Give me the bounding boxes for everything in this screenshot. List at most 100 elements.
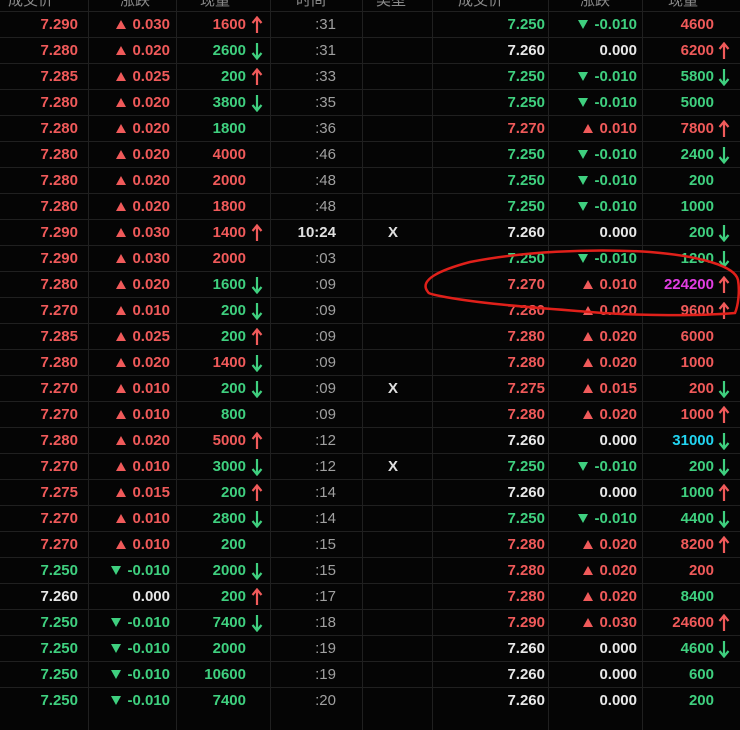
- tick-time: :09: [315, 328, 336, 345]
- table-row: 7.280 0.020 2000:48 7.250 -0.010 200: [0, 167, 740, 193]
- change-value: -0.010: [594, 16, 637, 33]
- triangle-down-icon: [578, 19, 589, 29]
- tick-time: :19: [315, 666, 336, 683]
- table-row: 7.290 0.030 2000:03 7.250 -0.010 1200: [0, 245, 740, 271]
- arrow-down-icon: [251, 95, 263, 112]
- left-price: 7.280: [40, 172, 78, 189]
- change-value: 0.020: [132, 198, 170, 215]
- change-value: 0.000: [599, 640, 637, 657]
- arrow-down-icon: [718, 225, 730, 242]
- triangle-up-icon: [583, 383, 594, 393]
- left-volume: 1400: [212, 354, 246, 371]
- right-volume: 200: [688, 380, 714, 397]
- change-value: 0.010: [599, 276, 637, 293]
- right-price: 7.260: [507, 484, 545, 501]
- change-value: 0.020: [599, 588, 637, 605]
- tick-table: 成交价 涨跌 现量 时间 类型 成交价 涨跌 现量 7.290 0.030 1600…: [0, 0, 740, 730]
- triangle-down-icon: [578, 201, 589, 211]
- left-change: 0.030: [116, 12, 170, 37]
- arrow-up-icon: [718, 614, 730, 631]
- triangle-down-icon: [111, 643, 122, 653]
- right-change: 0.030: [583, 610, 637, 635]
- left-price: 7.270: [40, 406, 78, 423]
- tick-time: :46: [315, 146, 336, 163]
- arrow-down-icon: [251, 511, 263, 528]
- arrow-down-icon: [251, 303, 263, 320]
- table-row: 7.285 0.025 200:09 7.280 0.020 6000: [0, 323, 740, 349]
- right-change: -0.010: [578, 506, 637, 531]
- left-volume: 200: [220, 484, 246, 501]
- right-price: 7.260: [507, 224, 545, 241]
- right-volume: 6000: [680, 328, 714, 345]
- table-row: 7.280 0.020 1600:09 7.270 0.010 224200: [0, 271, 740, 297]
- triangle-down-icon: [578, 97, 589, 107]
- left-price: 7.270: [40, 510, 78, 527]
- right-volume: 1000: [680, 198, 714, 215]
- change-value: -0.010: [127, 614, 170, 631]
- left-change: 0.030: [116, 220, 170, 245]
- tick-time: 10:24: [297, 224, 336, 241]
- change-value: 0.020: [132, 276, 170, 293]
- header-type: 类型: [376, 0, 407, 9]
- left-price: 7.270: [40, 536, 78, 553]
- tick-time: :19: [315, 640, 336, 657]
- right-volume: 7800: [680, 120, 714, 137]
- right-volume: 2400: [680, 146, 714, 163]
- tick-time: :17: [315, 588, 336, 605]
- left-change: 0.020: [116, 168, 170, 193]
- arrow-up-icon: [251, 328, 263, 345]
- change-value: -0.010: [594, 250, 637, 267]
- change-value: 0.010: [132, 458, 170, 475]
- column-divider: [362, 0, 363, 730]
- right-volume: 5000: [680, 94, 714, 111]
- right-change: 0.000: [599, 636, 637, 661]
- change-value: 0.025: [132, 328, 170, 345]
- right-price: 7.250: [507, 198, 545, 215]
- tick-time: :48: [315, 198, 336, 215]
- trade-type: X: [388, 458, 399, 475]
- right-change: 0.020: [583, 558, 637, 583]
- change-value: 0.010: [599, 120, 637, 137]
- triangle-up-icon: [116, 279, 127, 289]
- arrow-down-icon: [251, 563, 263, 580]
- left-price: 7.250: [40, 614, 78, 631]
- left-volume: 200: [220, 328, 246, 345]
- left-price: 7.270: [40, 380, 78, 397]
- left-price: 7.280: [40, 42, 78, 59]
- right-volume: 200: [688, 172, 714, 189]
- right-volume: 1200: [680, 250, 714, 267]
- table-row: 7.290 0.030 1600:31 7.250 -0.010 4600: [0, 11, 740, 37]
- left-volume: 10600: [204, 666, 246, 683]
- change-value: 0.025: [132, 68, 170, 85]
- arrow-up-icon: [718, 536, 730, 553]
- right-price: 7.280: [507, 302, 545, 319]
- change-value: -0.010: [127, 692, 170, 709]
- left-change: -0.010: [111, 662, 170, 687]
- triangle-up-icon: [116, 71, 127, 81]
- left-change: 0.025: [116, 64, 170, 89]
- left-change: 0.020: [116, 142, 170, 167]
- left-price: 7.290: [40, 224, 78, 241]
- right-change: 0.020: [583, 584, 637, 609]
- table-row: 7.270 0.010 2800:14 7.250 -0.010 4400: [0, 505, 740, 531]
- right-price: 7.280: [507, 562, 545, 579]
- table-row: 7.280 0.020 1400:09 7.280 0.020 1000: [0, 349, 740, 375]
- right-price: 7.250: [507, 16, 545, 33]
- right-volume: 1000: [680, 354, 714, 371]
- change-value: 0.030: [599, 614, 637, 631]
- left-volume: 1800: [212, 120, 246, 137]
- right-volume: 1000: [680, 484, 714, 501]
- left-volume: 2000: [212, 562, 246, 579]
- arrow-up-icon: [718, 120, 730, 137]
- table-row: 7.270 0.010 200:15 7.280 0.020 8200: [0, 531, 740, 557]
- left-price: 7.260: [40, 588, 78, 605]
- right-price: 7.260: [507, 692, 545, 709]
- change-value: 0.020: [132, 42, 170, 59]
- left-change: 0.020: [116, 428, 170, 453]
- right-volume: 200: [688, 224, 714, 241]
- triangle-up-icon: [583, 539, 594, 549]
- header-right-price: 成交价: [458, 0, 504, 9]
- right-price: 7.250: [507, 250, 545, 267]
- arrow-up-icon: [718, 276, 730, 293]
- tick-time: :09: [315, 276, 336, 293]
